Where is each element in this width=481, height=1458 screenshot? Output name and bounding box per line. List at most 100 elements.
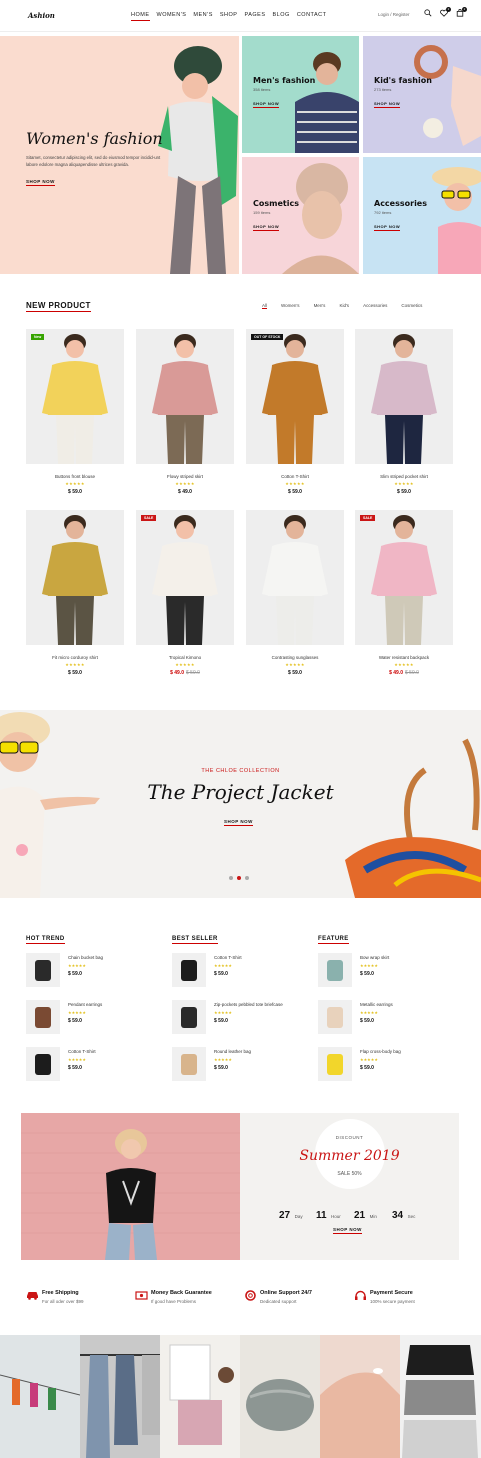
instagram-image[interactable]	[160, 1335, 240, 1458]
list-item-name[interactable]: Flap cross-body bag	[360, 1049, 456, 1054]
hero-shop-now-link[interactable]: SHOP NOW	[26, 179, 55, 186]
product-image[interactable]: OUT OF STOCK	[246, 329, 344, 464]
product-name[interactable]: Slim striped pocket shirt	[355, 474, 453, 479]
instagram-image[interactable]	[400, 1335, 481, 1458]
filter-all[interactable]: All	[262, 303, 268, 309]
product-card[interactable]: Fit micro corduroy shirt ★★★★★ $ 59.0	[26, 510, 124, 676]
list-item-image[interactable]	[318, 1000, 352, 1034]
list-item-name[interactable]: Cotton T-Shirt	[214, 955, 310, 960]
banner-model-image	[0, 712, 100, 898]
tile-cosmetics[interactable]: Cosmetics 159 items SHOP NOW	[242, 157, 359, 274]
nav-home[interactable]: HOME	[131, 12, 150, 21]
slider-dot[interactable]	[245, 876, 249, 880]
tile-shop-now-link[interactable]: SHOP NOW	[374, 224, 401, 231]
list-item[interactable]: Zip-pockets pebbled tote briefcase ★★★★★ $…	[172, 1000, 312, 1034]
logo[interactable]: Ashion	[28, 11, 55, 20]
product-photo	[42, 334, 108, 464]
product-image[interactable]	[136, 329, 234, 464]
filter-womens[interactable]: Women's	[281, 303, 300, 309]
nav-blog[interactable]: BLOG	[273, 12, 290, 21]
list-item-image[interactable]	[318, 1047, 352, 1081]
product-name[interactable]: Water resistant backpack	[355, 655, 453, 660]
tile-shop-now-link[interactable]: SHOP NOW	[253, 101, 280, 108]
list-item-name[interactable]: Pendant earrings	[68, 1002, 164, 1007]
nav-pages[interactable]: PAGES	[244, 12, 265, 21]
list-item[interactable]: Chain bucket bag ★★★★★ $ 59.0	[26, 953, 166, 987]
instagram-image[interactable]	[240, 1335, 320, 1458]
list-item-text: Round leather bag ★★★★★ $ 59.0	[214, 1049, 310, 1071]
product-image[interactable]: SALE	[355, 510, 453, 645]
tile-mens-fashion[interactable]: Men's fashion 358 items SHOP NOW	[242, 36, 359, 153]
list-item-name[interactable]: Chain bucket bag	[68, 955, 164, 960]
list-item[interactable]: Flap cross-body bag ★★★★★ $ 59.0	[318, 1047, 458, 1081]
product-image[interactable]	[246, 510, 344, 645]
countdown-item: 21 Min	[354, 1205, 377, 1223]
lifebuoy-icon	[245, 1290, 256, 1301]
instagram-image[interactable]	[0, 1335, 80, 1458]
list-item-image[interactable]	[26, 1047, 60, 1081]
list-item-photo	[181, 1007, 197, 1028]
list-item-image[interactable]	[26, 1000, 60, 1034]
list-item-image[interactable]	[172, 1047, 206, 1081]
instagram-image[interactable]	[80, 1335, 160, 1458]
list-item-image[interactable]	[172, 953, 206, 987]
list-item-price: $ 59.0	[68, 1065, 82, 1071]
product-name[interactable]: Contrasting sunglasses	[246, 655, 344, 660]
list-item-name[interactable]: Cotton T-Shirt	[68, 1049, 164, 1054]
nav-shop[interactable]: SHOP	[220, 12, 238, 21]
list-item-image[interactable]	[172, 1000, 206, 1034]
list-item[interactable]: Round leather bag ★★★★★ $ 59.0	[172, 1047, 312, 1081]
rating-stars: ★★★★★	[65, 662, 85, 667]
list-item-name[interactable]: Zip-pockets pebbled tote briefcase	[214, 1002, 310, 1007]
hero-womens-fashion[interactable]: Women's fashion Sitamet, consectetur adi…	[0, 36, 239, 274]
login-register-link[interactable]: Login / Register	[378, 12, 410, 17]
list-item-image[interactable]	[318, 953, 352, 987]
filter-accessories[interactable]: Accessories	[363, 303, 387, 309]
product-card[interactable]: OUT OF STOCK Cotton T-Shirt ★★★★★ $ 59.0	[246, 329, 344, 495]
product-card[interactable]: Contrasting sunglasses ★★★★★ $ 59.0	[246, 510, 344, 676]
list-item-name[interactable]: Metallic earrings	[360, 1002, 456, 1007]
tile-accessories[interactable]: Accessories 792 items SHOP NOW	[363, 157, 481, 274]
list-item-text: Zip-pockets pebbled tote briefcase ★★★★★ $…	[214, 1002, 310, 1024]
money-icon	[135, 1291, 148, 1300]
product-card[interactable]: New Buttons front blouse ★★★★★ $ 59.0	[26, 329, 124, 495]
product-card[interactable]: Slim striped pocket shirt ★★★★★ $ 59.0	[355, 329, 453, 495]
slider-dot[interactable]	[229, 876, 233, 880]
nav-mens[interactable]: MEN'S	[193, 12, 212, 21]
list-item[interactable]: Pendant earrings ★★★★★ $ 59.0	[26, 1000, 166, 1034]
product-card[interactable]: Flowy striped skirt ★★★★★ $ 49.0	[136, 329, 234, 495]
list-item[interactable]: Cotton T-Shirt ★★★★★ $ 59.0	[26, 1047, 166, 1081]
filter-kids[interactable]: Kid's	[339, 303, 349, 309]
nav-womens[interactable]: WOMEN'S	[157, 12, 187, 21]
list-item-price: $ 59.0	[360, 1018, 374, 1024]
filter-mens[interactable]: Men's	[314, 303, 326, 309]
discount-shop-now-link[interactable]: SHOP NOW	[333, 1227, 362, 1234]
product-name[interactable]: Buttons front blouse	[26, 474, 124, 479]
search-icon[interactable]	[424, 9, 432, 17]
list-item[interactable]: Cotton T-Shirt ★★★★★ $ 59.0	[172, 953, 312, 987]
list-item[interactable]: Metallic earrings ★★★★★ $ 59.0	[318, 1000, 458, 1034]
product-name[interactable]: Flowy striped skirt	[136, 474, 234, 479]
product-card[interactable]: SALE Water resistant backpack ★★★★★ $ 49.0 $…	[355, 510, 453, 676]
product-name[interactable]: Cotton T-Shirt	[246, 474, 344, 479]
rating-stars: ★★★★★	[65, 481, 85, 486]
product-image[interactable]	[26, 510, 124, 645]
product-image[interactable]: New	[26, 329, 124, 464]
tile-shop-now-link[interactable]: SHOP NOW	[374, 101, 401, 108]
product-name[interactable]: Fit micro corduroy shirt	[26, 655, 124, 660]
list-item-name[interactable]: Round leather bag	[214, 1049, 310, 1054]
slider-dot-active[interactable]	[237, 876, 241, 880]
product-image[interactable]: SALE	[136, 510, 234, 645]
product-image[interactable]	[355, 329, 453, 464]
banner-shop-now-link[interactable]: SHOP NOW	[224, 819, 253, 826]
list-item[interactable]: Bow wrap skirt ★★★★★ $ 59.0	[318, 953, 458, 987]
product-name[interactable]: Tropical Kimono	[136, 655, 234, 660]
filter-cosmetics[interactable]: Cosmetics	[401, 303, 422, 309]
product-card[interactable]: SALE Tropical Kimono ★★★★★ $ 49.0 $ 59.0	[136, 510, 234, 676]
tile-shop-now-link[interactable]: SHOP NOW	[253, 224, 280, 231]
instagram-image[interactable]	[320, 1335, 400, 1458]
tile-kids-fashion[interactable]: Kid's fashion 273 items SHOP NOW	[363, 36, 481, 153]
list-item-name[interactable]: Bow wrap skirt	[360, 955, 456, 960]
list-item-image[interactable]	[26, 953, 60, 987]
nav-contact[interactable]: CONTACT	[297, 12, 327, 21]
